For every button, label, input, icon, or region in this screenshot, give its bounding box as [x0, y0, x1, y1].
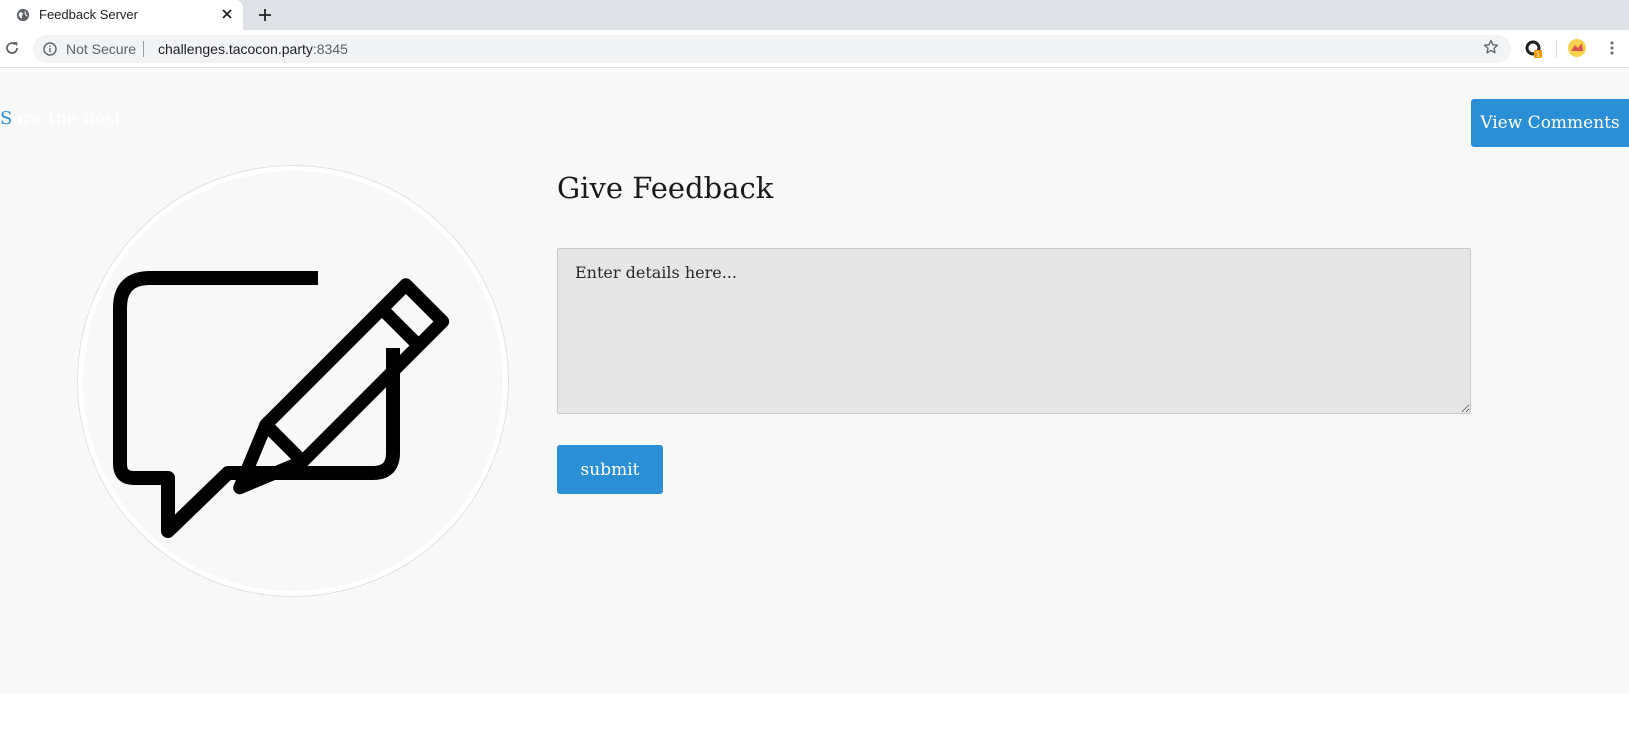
- page-title: Give Feedback: [557, 171, 774, 205]
- globe-icon: [16, 8, 30, 22]
- info-icon[interactable]: [43, 42, 57, 56]
- browser-menu-icon[interactable]: [1604, 40, 1620, 56]
- security-label[interactable]: Not Secure: [66, 41, 136, 57]
- submit-button[interactable]: submit: [557, 445, 663, 494]
- reload-icon[interactable]: [4, 40, 20, 56]
- address-divider: [143, 41, 144, 57]
- url-port: :8345: [312, 41, 348, 57]
- extension-icon[interactable]: 1: [1524, 39, 1544, 59]
- feedback-details-input[interactable]: [557, 248, 1471, 414]
- site-brand[interactable]: Sare the best: [0, 108, 122, 129]
- profile-avatar-icon[interactable]: [1567, 38, 1587, 58]
- brand-tagline: are the best: [12, 108, 122, 129]
- url-host: challenges.tacocon.party: [158, 41, 313, 57]
- feedback-pencil-icon: [113, 271, 450, 538]
- browser-tab[interactable]: Feedback Server: [0, 0, 243, 30]
- new-tab-icon[interactable]: [257, 7, 273, 23]
- page-content: Sare the best View Comments Give Feedbac…: [0, 68, 1629, 694]
- svg-text:1: 1: [1536, 51, 1540, 59]
- browser-toolbar: Not Secure challenges.tacocon.party:8345…: [0, 30, 1629, 68]
- url-text[interactable]: challenges.tacocon.party:8345: [158, 41, 348, 57]
- hero-image: [77, 165, 509, 597]
- view-comments-button[interactable]: View Comments: [1471, 99, 1629, 147]
- brand-initial: S: [0, 108, 13, 129]
- address-bar[interactable]: Not Secure challenges.tacocon.party:8345: [33, 35, 1511, 63]
- close-tab-icon[interactable]: [220, 7, 234, 21]
- toolbar-divider: [1556, 40, 1557, 58]
- bookmark-star-icon[interactable]: [1483, 39, 1499, 55]
- browser-tabstrip: Feedback Server: [0, 0, 1629, 30]
- tab-title: Feedback Server: [39, 7, 138, 22]
